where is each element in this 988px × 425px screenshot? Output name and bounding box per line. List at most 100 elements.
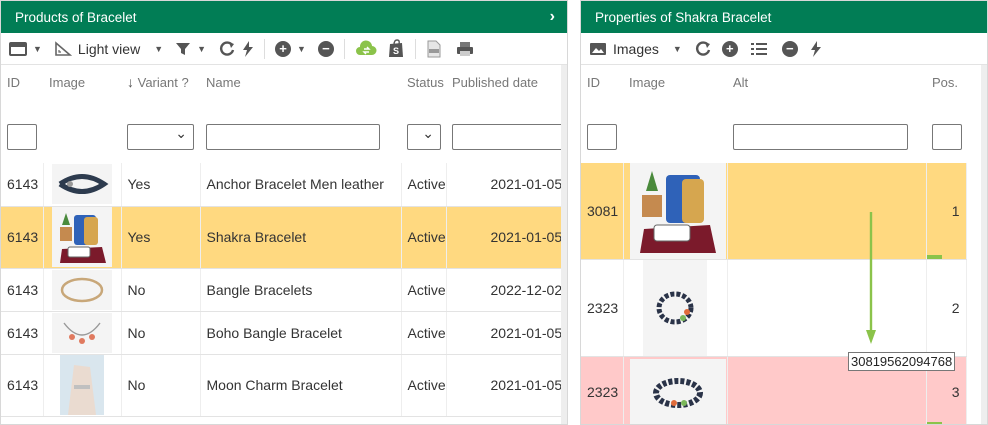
- row-id: 6143: [1, 206, 44, 269]
- add-icon[interactable]: +: [721, 40, 738, 57]
- products-table: ID Image ↓ Variant ? Name Status Publish…: [1, 65, 567, 417]
- row-pos[interactable]: 1: [926, 163, 967, 260]
- row-id: 6143: [1, 163, 44, 207]
- filter-pos-input[interactable]: [932, 124, 962, 150]
- col-header-variant-label: Variant ?: [137, 75, 189, 90]
- row-id: 2323: [581, 356, 624, 424]
- remove-icon[interactable]: −: [781, 40, 798, 57]
- products-panel: Products of Bracelet › ▼ Light view ▼ ▼ …: [0, 0, 568, 425]
- refresh-icon[interactable]: [694, 40, 712, 58]
- filter-status-select[interactable]: [407, 124, 441, 150]
- row-alt[interactable]: [727, 163, 927, 260]
- row-status: Active: [401, 163, 447, 207]
- row-id: 3081: [581, 163, 624, 260]
- row-date: 2021-01-05: [446, 311, 567, 355]
- filter-dropdown-caret-icon[interactable]: ▼: [197, 44, 206, 54]
- product-thumbnail: [43, 268, 122, 312]
- table-row[interactable]: 6143 No Boho Bangle Bracelet Active 2021…: [1, 311, 567, 355]
- image-icon: [590, 42, 606, 55]
- drag-arrow-icon: [866, 212, 876, 344]
- col-header-image[interactable]: Image: [623, 65, 727, 111]
- product-thumbnail: [43, 206, 122, 269]
- view-selector[interactable]: Light view: [54, 41, 148, 57]
- products-toolbar: ▼ Light view ▼ ▼ + ▼ − S: [1, 33, 567, 65]
- csv-file-icon[interactable]: [426, 40, 442, 58]
- view-selector-label: Light view: [77, 40, 141, 57]
- toolbar-divider: [264, 38, 266, 59]
- products-title: Products of Bracelet: [15, 9, 137, 25]
- row-id: 6143: [1, 354, 44, 417]
- images-view-selector[interactable]: Images: [589, 41, 667, 57]
- filter-id-input[interactable]: [587, 124, 617, 150]
- sync-cloud-icon[interactable]: [355, 39, 377, 58]
- filter-icon[interactable]: [175, 41, 191, 57]
- row-status: Active: [401, 354, 447, 417]
- col-header-id[interactable]: ID: [581, 65, 623, 111]
- row-alt[interactable]: [727, 259, 927, 357]
- product-thumbnail: [43, 163, 122, 207]
- vertical-scrollbar[interactable]: [981, 65, 987, 424]
- col-header-id[interactable]: ID: [1, 65, 43, 111]
- collapse-chevron-icon[interactable]: ›: [550, 8, 555, 26]
- lightning-icon[interactable]: [242, 40, 254, 58]
- layout-dropdown-caret-icon[interactable]: ▼: [33, 44, 42, 54]
- images-dropdown-caret-icon[interactable]: ▼: [673, 44, 682, 54]
- svg-text:S: S: [393, 46, 399, 56]
- table-row[interactable]: 6143 Yes Anchor Bracelet Men leather Act…: [1, 163, 567, 207]
- filter-published-input[interactable]: [452, 124, 567, 150]
- row-variant: Yes: [121, 163, 201, 207]
- col-header-image[interactable]: Image: [43, 65, 121, 111]
- remove-icon[interactable]: −: [317, 40, 334, 57]
- table-row[interactable]: 6143 No Bangle Bracelets Active 2022-12-…: [1, 268, 567, 312]
- col-header-variant[interactable]: ↓ Variant ?: [121, 65, 200, 111]
- product-thumbnail: [43, 311, 122, 355]
- toolbar-divider: [343, 38, 345, 59]
- row-status: Active: [401, 206, 447, 269]
- layout-icon[interactable]: [9, 41, 27, 56]
- image-thumbnail: [623, 259, 728, 357]
- vertical-scrollbar[interactable]: [561, 65, 567, 424]
- images-view-label: Images: [613, 40, 659, 57]
- row-name: Boho Bangle Bracelet: [200, 311, 402, 355]
- row-id: 2323: [581, 259, 624, 357]
- toolbar-divider: [414, 38, 416, 59]
- row-pos[interactable]: 2: [926, 259, 967, 357]
- col-header-status[interactable]: Status: [401, 65, 446, 111]
- table-row[interactable]: 6143 No Moon Charm Bracelet Active 2021-…: [1, 354, 567, 417]
- row-pos-value: 2: [951, 300, 960, 316]
- table-row[interactable]: 6143 Yes Shakra Bracelet Active 2021-01-…: [1, 206, 567, 269]
- row-variant: No: [121, 268, 201, 312]
- row-variant: No: [121, 311, 201, 355]
- image-thumbnail: [623, 356, 728, 424]
- filter-variant-select[interactable]: [127, 124, 194, 150]
- drop-indicator: [926, 255, 942, 259]
- lightning-icon[interactable]: [810, 40, 822, 58]
- row-date: 2021-01-05: [446, 163, 567, 207]
- add-icon[interactable]: +: [275, 40, 292, 57]
- filter-id-input[interactable]: [7, 124, 37, 150]
- row-name: Anchor Bracelet Men leather: [200, 163, 402, 207]
- image-row[interactable]: 3081 1: [581, 163, 967, 260]
- filter-name-input[interactable]: [206, 124, 380, 150]
- col-header-published[interactable]: Published date: [446, 65, 567, 111]
- col-header-name[interactable]: Name: [200, 65, 401, 111]
- row-variant: Yes: [121, 206, 201, 269]
- add-dropdown-caret-icon[interactable]: ▼: [297, 44, 306, 54]
- image-thumbnail: [623, 163, 728, 260]
- col-header-pos[interactable]: Pos.: [926, 65, 966, 111]
- view-dropdown-caret-icon[interactable]: ▼: [154, 44, 163, 54]
- image-row[interactable]: 2323 2: [581, 259, 967, 357]
- ruler-icon: [55, 40, 72, 56]
- col-header-alt[interactable]: Alt: [727, 65, 926, 111]
- printer-icon[interactable]: [456, 41, 474, 57]
- shopify-icon[interactable]: S: [387, 38, 405, 59]
- row-name: Shakra Bracelet: [200, 206, 402, 269]
- refresh-icon[interactable]: [218, 40, 236, 58]
- row-id: 6143: [1, 268, 44, 312]
- drag-value-tooltip: 30819562094768: [848, 352, 956, 371]
- products-titlebar: Products of Bracelet ›: [1, 1, 567, 33]
- row-name: Moon Charm Bracelet: [200, 354, 402, 417]
- list-icon[interactable]: [750, 41, 768, 57]
- filter-alt-input[interactable]: [733, 124, 908, 150]
- properties-titlebar: Properties of Shakra Bracelet: [581, 1, 987, 33]
